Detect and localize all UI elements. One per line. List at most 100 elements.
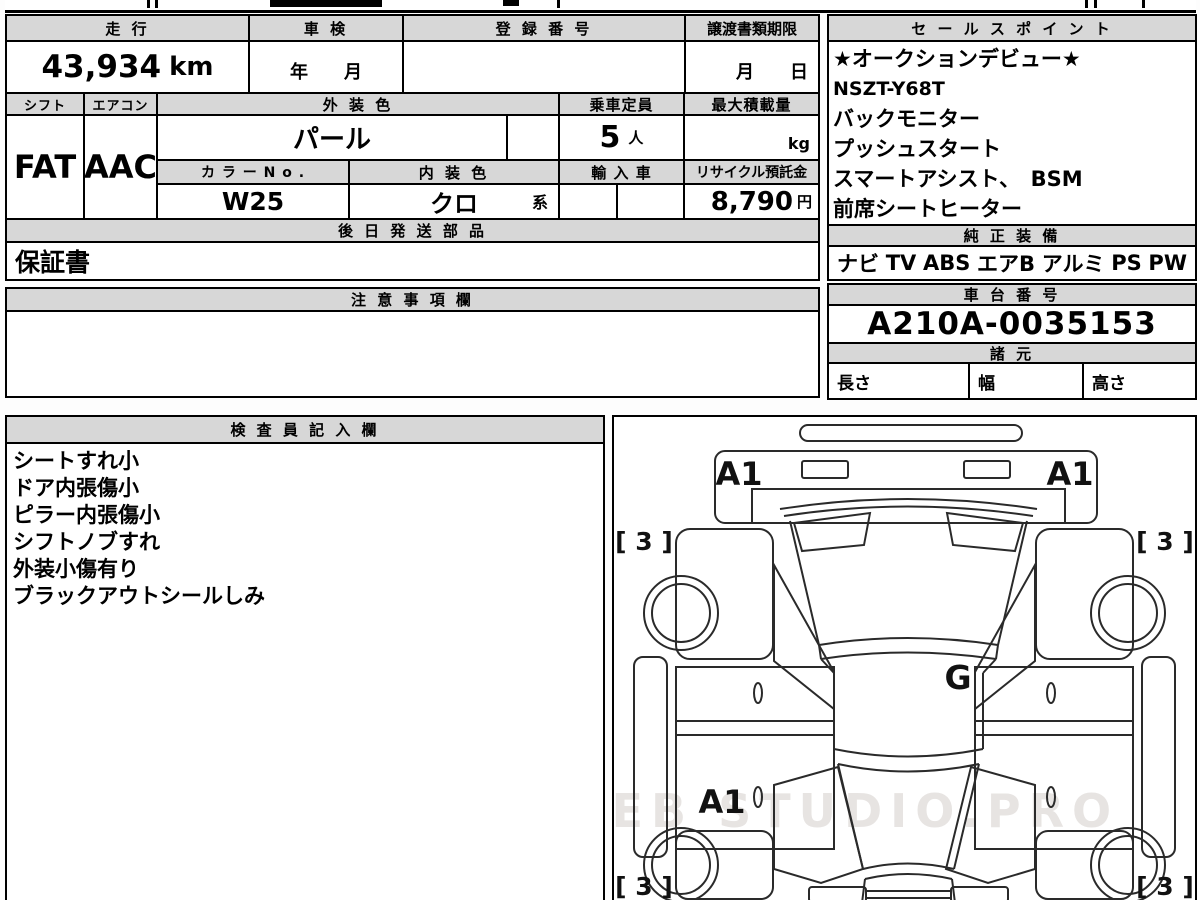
import-empty-cell-1 (558, 183, 618, 220)
mileage-value: 43,934 (41, 49, 162, 85)
color-no-value-cell: W25 (156, 183, 350, 220)
inspector-note-item: シートすれ小 (13, 449, 139, 473)
sales-points-header-label: セ ー ル ス ポ イ ン ト (911, 19, 1113, 38)
inspector-note-item: シフトノブすれ (13, 530, 160, 554)
exterior-color-empty-cell (506, 114, 560, 161)
equipment-item: PS (1111, 251, 1142, 275)
interior-color-value-cell: クロ 系 (348, 183, 560, 220)
registration-header-label: 登 録 番 号 (495, 19, 593, 38)
capacity-header: 乗車定員 (558, 92, 685, 116)
notes-header: 注 意 事 項 欄 (5, 287, 820, 312)
genuine-equipment-header-label: 純 正 装 備 (963, 227, 1061, 245)
chassis-value: A210A-0035153 (867, 306, 1157, 342)
inspector-header-label: 検 査 員 記 入 欄 (230, 421, 380, 439)
genuine-equipment-header: 純 正 装 備 (827, 224, 1197, 247)
sales-point-item: バックモニター (833, 107, 980, 131)
equipment-item: TV (885, 251, 917, 275)
notes-body (5, 310, 820, 398)
recycle-header: リサイクル預託金 (683, 159, 820, 185)
shift-value-cell: FAT (5, 114, 85, 220)
inspector-header: 検 査 員 記 入 欄 (7, 417, 603, 444)
mileage-value-cell: 43,934 km (5, 40, 250, 94)
sales-point-item: 前席シートヒーター (833, 197, 1022, 221)
exterior-color-header: 外 装 色 (156, 92, 560, 116)
top-cutoff-strip (5, 0, 1196, 13)
capacity-unit: 人 (628, 129, 644, 147)
equipment-item: アルミ (1041, 252, 1105, 276)
diagram-label-a1-front-left: A1 (715, 455, 762, 493)
recycle-value-cell: 8,790 円 (683, 183, 820, 220)
color-no-header-label: カ ラ ー N o . (200, 165, 306, 181)
aircon-header-label: エアコン (92, 98, 149, 114)
inspector-note-item: ブラックアウトシールしみ (13, 584, 265, 608)
mileage-header-label: 走 行 (105, 19, 150, 38)
equipment-item: エアB (977, 252, 1036, 276)
shift-header: シフト (5, 92, 85, 116)
auction-sheet: 走 行 車 検 登 録 番 号 譲渡書類期限 43,934 km 年 月 月 日 … (0, 0, 1200, 900)
recycle-header-label: リサイクル預託金 (695, 165, 808, 181)
inspection-value-cell: 年 月 (248, 40, 404, 94)
later-parts-header-label: 後 日 発 送 部 品 (337, 222, 488, 240)
chassis-value-cell: A210A-0035153 (827, 304, 1197, 344)
diagram-label-3-front-right: [ 3 ] (1136, 527, 1194, 556)
spec-width-cell: 幅 (968, 362, 1084, 400)
chassis-header: 車 台 番 号 (827, 283, 1197, 306)
sales-point-item: NSZT-Y68T (833, 78, 945, 100)
exterior-color-header-label: 外 装 色 (322, 95, 394, 114)
interior-color-suffix: 系 (531, 193, 548, 212)
spec-length-cell: 長さ (827, 362, 970, 400)
import-empty-cell-2 (616, 183, 685, 220)
inspector-note-item: ドア内張傷小 (13, 476, 139, 500)
aircon-header: エアコン (83, 92, 158, 116)
aircon-value-cell: AAC (83, 114, 158, 220)
spec-length-label: 長さ (837, 373, 871, 394)
color-no-value: W25 (221, 187, 285, 216)
interior-color-header: 内 装 色 (348, 159, 560, 185)
exterior-color-value: パール (292, 125, 371, 155)
later-parts-header: 後 日 発 送 部 品 (5, 218, 820, 243)
diagram-label-a1-rear-left: A1 (698, 783, 745, 821)
aircon-value: AAC (84, 148, 158, 186)
interior-color-value: クロ (430, 190, 478, 218)
capacity-header-label: 乗車定員 (589, 95, 654, 114)
inspector-notes-list: シートすれ小 ドア内張傷小 ピラー内張傷小 シフトノブすれ 外装小傷有り ブラッ… (7, 444, 603, 614)
notes-header-label: 注 意 事 項 欄 (351, 291, 474, 309)
registration-header: 登 録 番 号 (402, 14, 686, 42)
interior-color-header-label: 内 装 色 (418, 163, 490, 182)
max-load-header: 最大積載量 (683, 92, 820, 116)
specs-header-label: 諸 元 (989, 344, 1035, 363)
transfer-deadline-value: 月 日 (736, 62, 808, 83)
sales-points-header: セ ー ル ス ポ イ ン ト (827, 14, 1197, 42)
shift-header-label: シフト (23, 98, 66, 114)
import-header: 輸 入 車 (558, 159, 685, 185)
capacity-value-cell: 5人 (558, 114, 685, 161)
import-header-label: 輸 入 車 (591, 163, 652, 182)
sales-point-item: スマートアシスト、 BSM (833, 167, 1083, 191)
diagram-label-a1-front-right: A1 (1046, 455, 1093, 493)
capacity-value: 5 (599, 120, 621, 155)
color-no-header: カ ラ ー N o . (156, 159, 350, 185)
max-load-value-cell: kg (683, 114, 820, 161)
equipment-item: ABS (922, 251, 971, 275)
chassis-header-label: 車 台 番 号 (963, 286, 1061, 304)
later-parts-value: 保証書 (15, 248, 91, 277)
cutoff-text-remnant (270, 0, 382, 7)
inspection-value: 年 月 (290, 62, 362, 83)
exterior-color-value-cell: パール (156, 114, 508, 161)
mileage-header: 走 行 (5, 14, 250, 42)
mileage-unit: km (169, 52, 214, 82)
diagram-box: WEB STUDIO.PRO (553, 415, 1197, 900)
max-load-unit: kg (787, 134, 810, 153)
sales-point-item: プッシュスタート (833, 137, 1001, 161)
spec-height-label: 高さ (1092, 373, 1126, 394)
diagram-label-g-center: G (944, 658, 971, 697)
car-diagram: WEB STUDIO.PRO (553, 424, 1194, 900)
transfer-deadline-header: 譲渡書類期限 (684, 14, 820, 42)
inspector-box: 検 査 員 記 入 欄 シートすれ小 ドア内張傷小 ピラー内張傷小 シフトノブす… (5, 415, 605, 900)
diagram-label-3-front-left: [ 3 ] (615, 527, 673, 556)
diagram-label-3-rear-right: [ 3 ] (1136, 872, 1194, 900)
genuine-equipment-row: ナビ TV ABS エアB アルミ PS PW (827, 245, 1197, 281)
transfer-deadline-value-cell: 月 日 (684, 40, 820, 94)
registration-value-cell (402, 40, 686, 94)
transfer-deadline-header-label: 譲渡書類期限 (706, 19, 797, 38)
